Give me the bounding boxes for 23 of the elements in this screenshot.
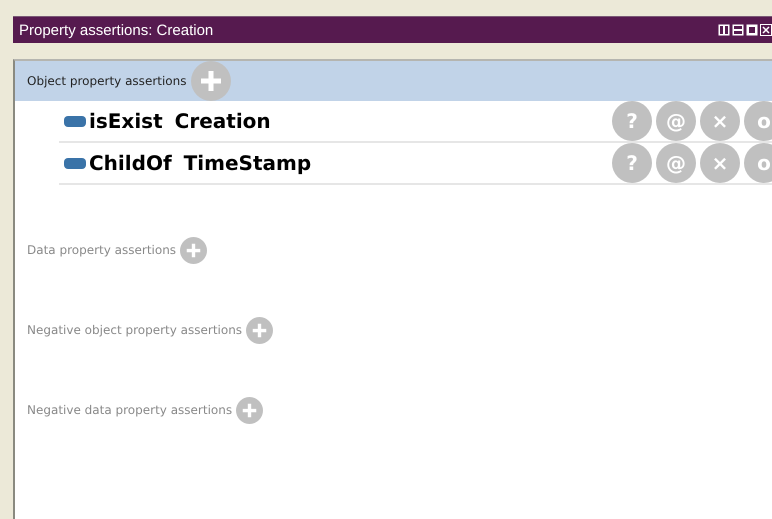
section-label: Object property assertions xyxy=(27,74,186,88)
action-button[interactable]: × xyxy=(700,143,740,183)
action-button[interactable]: @ xyxy=(656,101,696,141)
action-button[interactable]: @ xyxy=(656,143,696,183)
section-label: Negative data property assertions xyxy=(27,403,232,417)
split-vertical-icon[interactable] xyxy=(718,24,730,36)
action-button[interactable]: o xyxy=(744,143,772,183)
property-value: Creation xyxy=(174,109,271,133)
action-button[interactable]: o xyxy=(744,101,772,141)
window-title: Property assertions: Creation xyxy=(18,22,214,38)
maximize-icon[interactable] xyxy=(746,24,758,36)
property-icon xyxy=(64,158,86,168)
close-icon[interactable] xyxy=(760,24,772,36)
property-value: TimeStamp xyxy=(184,151,312,175)
property-name: isExist xyxy=(89,109,163,133)
property-icon xyxy=(64,116,86,126)
action-button[interactable]: ? xyxy=(612,101,652,141)
action-button[interactable]: ? xyxy=(612,143,652,183)
property-name: ChildOf xyxy=(89,151,172,175)
action-button[interactable]: × xyxy=(700,101,740,141)
section-label: Negative object property assertions xyxy=(27,323,242,337)
section-label: Data property assertions xyxy=(27,243,176,257)
split-horizontal-icon[interactable] xyxy=(732,24,744,36)
